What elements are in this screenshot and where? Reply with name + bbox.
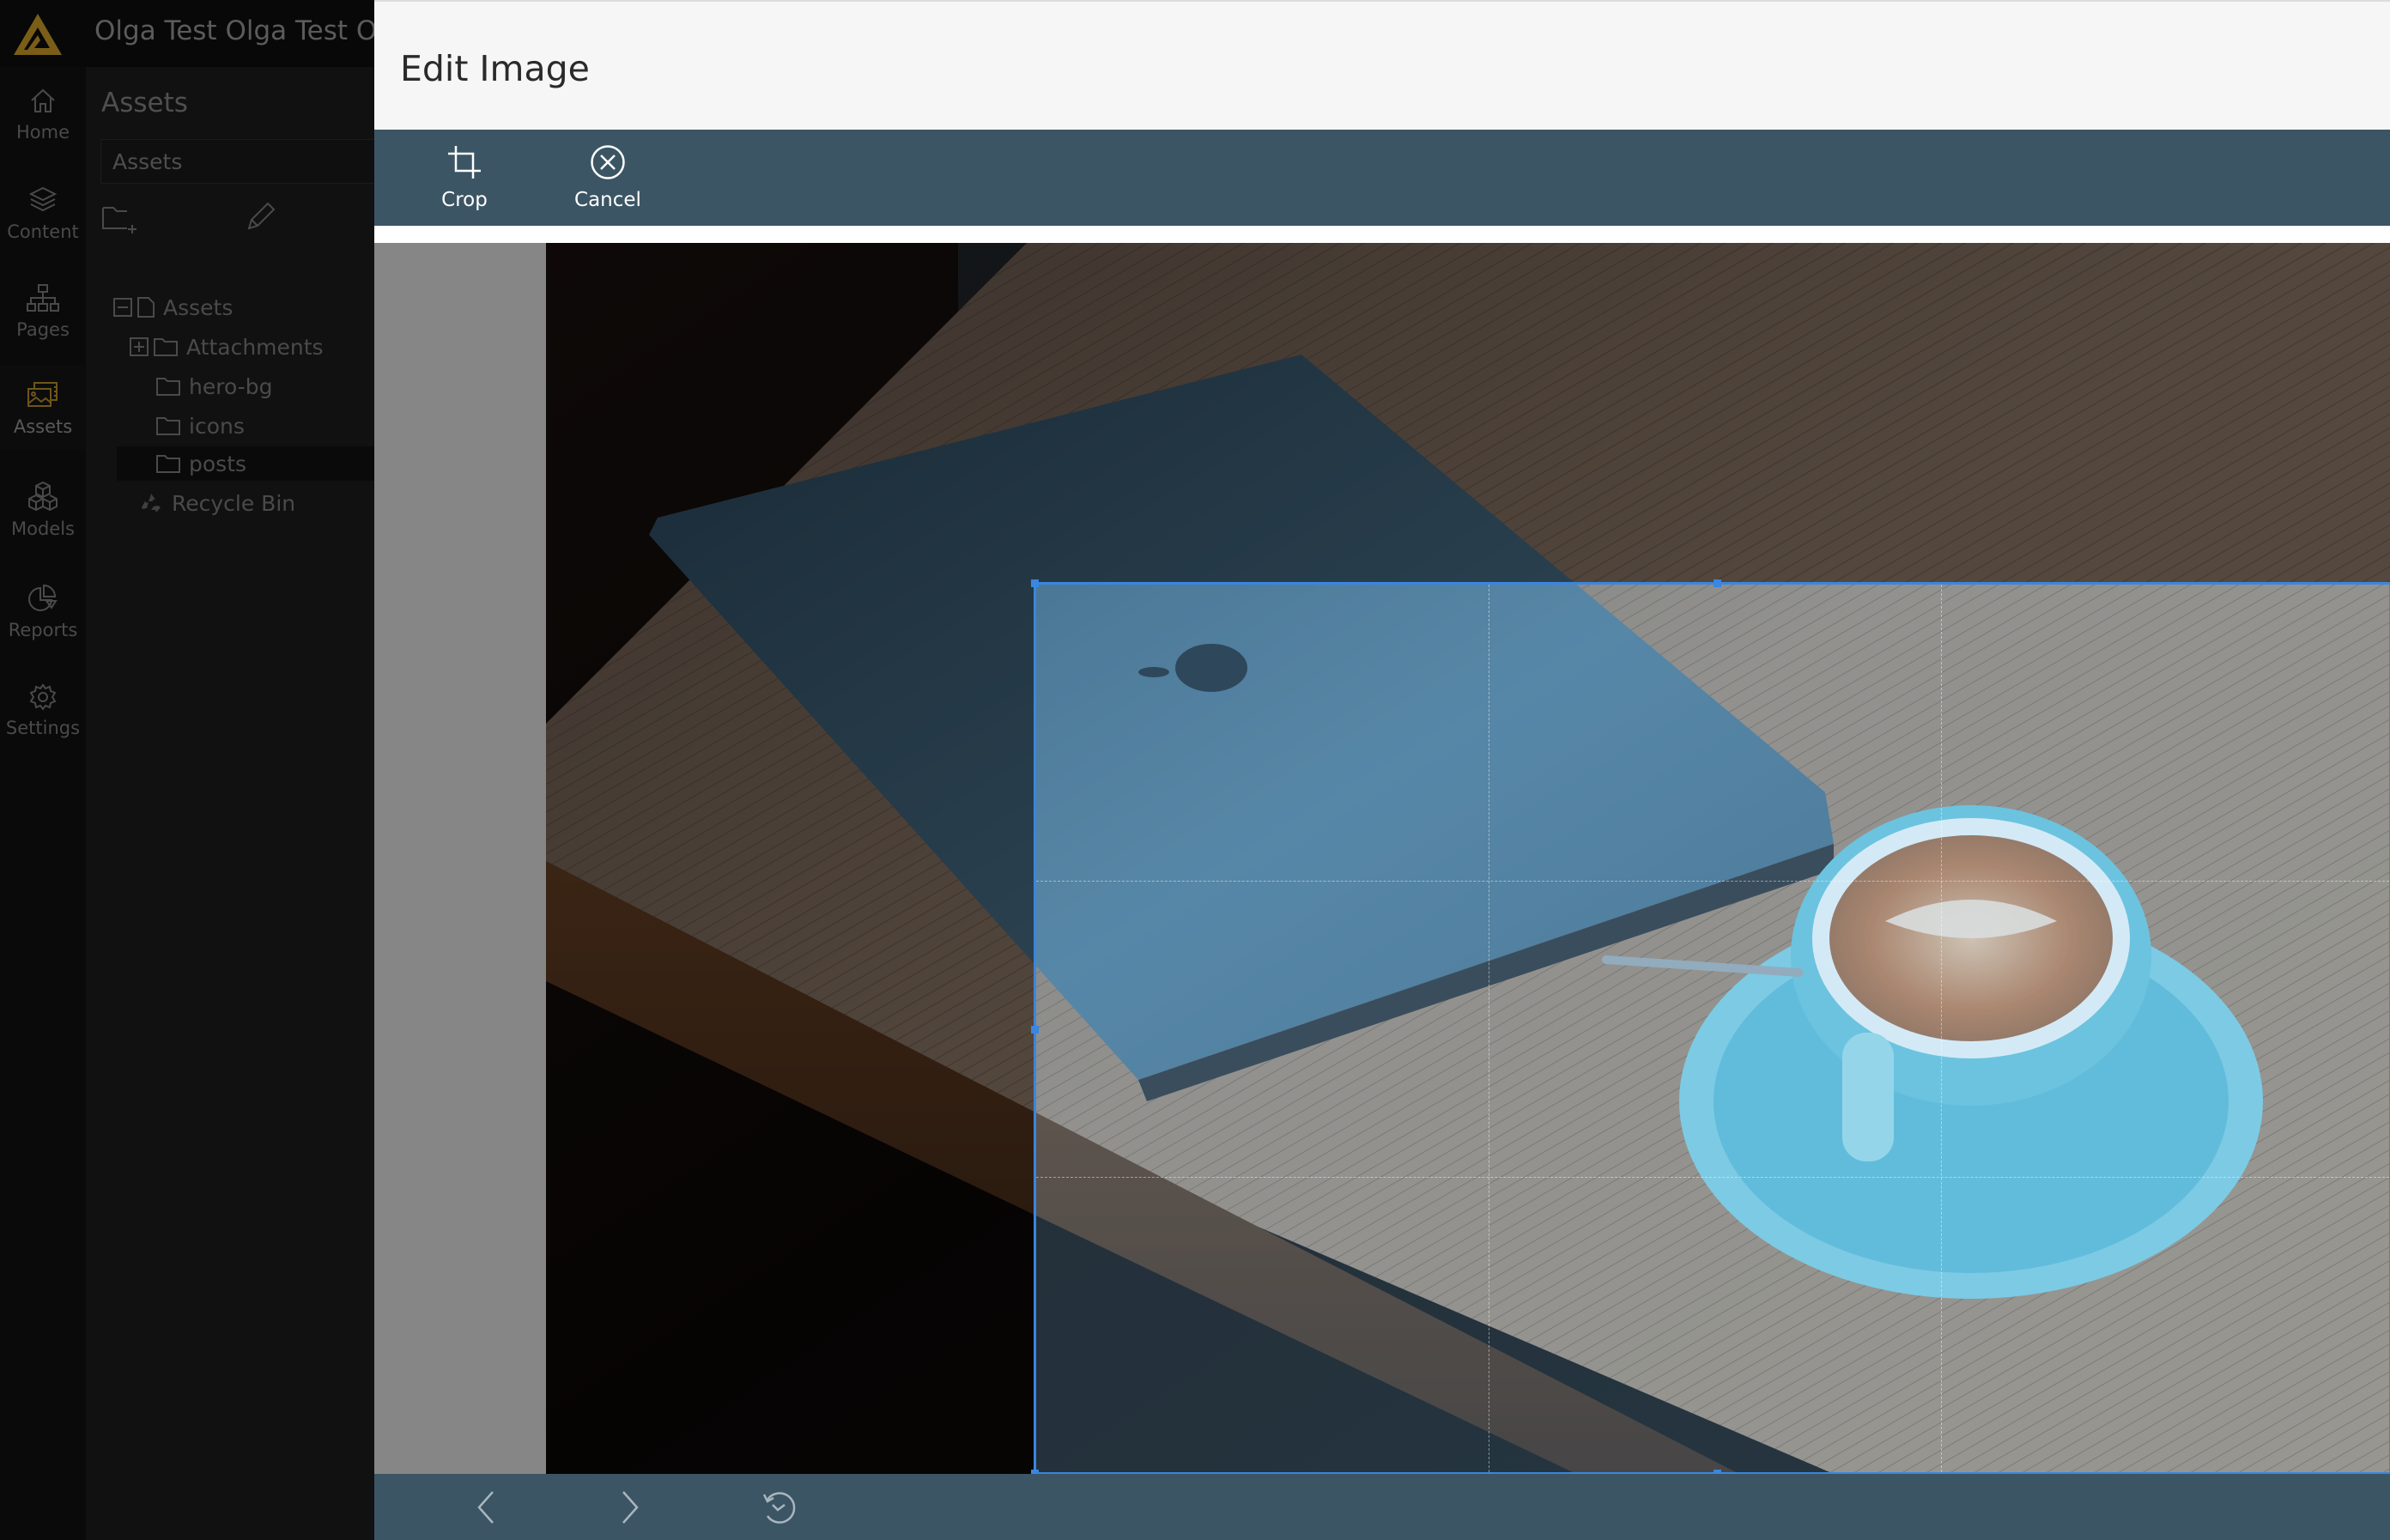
crop-selection[interactable] [1031, 579, 2390, 1474]
crop-handle-top[interactable] [1714, 579, 1721, 587]
reset-history-icon [762, 1491, 796, 1524]
tree-item-assets[interactable]: Assets [113, 290, 233, 324]
cancel-circle-icon [591, 145, 625, 179]
cancel-button[interactable]: Cancel [556, 130, 659, 226]
tree-item-posts[interactable]: posts [156, 446, 246, 481]
folder-icon [156, 455, 180, 473]
file-icon [137, 297, 155, 318]
nav-label: Home [15, 122, 70, 142]
crop-handle-top-left[interactable] [1031, 579, 1039, 587]
toolbar-spacer [374, 226, 2390, 243]
crop-label: Crop [441, 189, 488, 211]
nav-item-reports[interactable]: Reports [0, 584, 86, 640]
nav-label: Pages [16, 319, 70, 340]
layers-icon [28, 186, 58, 212]
gear-icon [29, 683, 57, 711]
tree-item-label: Recycle Bin [172, 490, 296, 516]
redo-button[interactable] [596, 1474, 664, 1540]
nav-item-pages[interactable]: Pages [0, 283, 86, 340]
crop-button[interactable]: Crop [413, 130, 516, 226]
reset-button[interactable] [744, 1474, 813, 1540]
pie-chart-icon [28, 584, 58, 611]
top-bar: Olga Test Olga Test Org [0, 0, 374, 67]
nav-label: Content [7, 221, 79, 242]
tree-item-label: Assets [163, 294, 234, 320]
home-icon [31, 88, 55, 112]
chevron-right-icon [622, 1490, 639, 1524]
tree-item-attachments[interactable]: Attachments [130, 330, 324, 364]
sitemap-icon [27, 284, 59, 312]
crop-handle-left[interactable] [1031, 1026, 1039, 1034]
modal-title: Edit Image [400, 48, 590, 89]
tree-item-label: Attachments [186, 334, 324, 360]
folder-select-input[interactable]: Assets [100, 139, 384, 184]
cubes-icon [28, 481, 58, 512]
modal-header: Edit Image [374, 2, 2390, 130]
crop-guide-v2 [1941, 585, 1942, 1472]
chevron-left-icon [477, 1490, 494, 1524]
assets-panel: Assets Assets Assets Attachments hero-bg… [86, 67, 384, 1540]
image-canvas[interactable] [374, 243, 2390, 1474]
nav-item-home[interactable]: Home [0, 86, 86, 142]
images-icon [27, 382, 58, 407]
folder-icon [156, 378, 180, 396]
collapse-icon[interactable] [113, 298, 132, 317]
crop-guide-h2 [1036, 1177, 2389, 1178]
nav-label: Reports [8, 620, 78, 640]
canvas-margin [374, 243, 546, 1474]
tree-item-label: icons [189, 413, 245, 439]
crop-dim-left [546, 582, 1034, 1474]
editor-toolbar: Crop Cancel [374, 130, 2390, 226]
edit-image-modal: Edit Image Crop Cancel [374, 0, 2390, 1540]
tree-item-icons[interactable]: icons [156, 409, 245, 443]
cancel-label: Cancel [574, 189, 641, 211]
nav-label: Models [11, 518, 75, 539]
org-name[interactable]: Olga Test Olga Test Org [94, 15, 374, 46]
pencil-icon[interactable] [244, 199, 278, 233]
nav-item-models[interactable]: Models [0, 481, 86, 539]
nav-label: Settings [5, 718, 81, 738]
crop-tint [1036, 585, 2389, 1472]
tree-item-recycle-bin[interactable]: Recycle Bin [139, 486, 295, 520]
new-folder-icon[interactable] [101, 204, 143, 235]
brand-logo-icon[interactable] [12, 12, 64, 57]
folder-icon [154, 338, 178, 356]
expand-icon[interactable] [130, 337, 149, 356]
recycle-icon [142, 494, 161, 512]
nav-item-assets[interactable]: Assets [0, 365, 86, 451]
tree-item-label: hero-bg [189, 373, 273, 399]
crop-guide-h1 [1036, 881, 2389, 882]
undo-button[interactable] [452, 1474, 520, 1540]
panel-title: Assets [101, 88, 188, 118]
history-toolbar [374, 1474, 2390, 1540]
crop-icon [448, 146, 481, 179]
tree-item-label: posts [189, 451, 247, 476]
tree-item-hero-bg[interactable]: hero-bg [156, 369, 272, 403]
folder-icon [156, 417, 180, 435]
nav-item-settings[interactable]: Settings [0, 683, 86, 738]
nav-item-content[interactable]: Content [0, 185, 86, 242]
nav-label: Assets [13, 416, 73, 437]
crop-dim-top [546, 243, 2390, 582]
